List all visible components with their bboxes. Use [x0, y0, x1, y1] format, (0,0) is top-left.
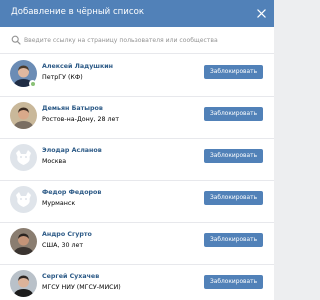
block-button[interactable]: Заблокировать	[204, 191, 263, 205]
user-name-link[interactable]: Демьян Батыров	[42, 105, 103, 112]
user-name-link[interactable]: Федор Федоров	[42, 189, 101, 196]
user-row: Андро Сгурто США, 30 лет Заблокировать	[0, 223, 274, 265]
user-row: Демьян Батыров Ростов-на-Дону, 28 лет Забл…	[0, 97, 274, 139]
block-button[interactable]: Заблокировать	[204, 233, 263, 247]
user-name-link[interactable]: Алексей Ладушкин	[42, 63, 113, 70]
close-icon	[256, 8, 266, 18]
close-button[interactable]	[253, 5, 269, 21]
avatar[interactable]	[10, 228, 37, 255]
dialog-header: Добавление в чёрный список	[0, 0, 274, 27]
dialog-title: Добавление в чёрный список	[11, 7, 145, 17]
block-button[interactable]: Заблокировать	[204, 149, 263, 163]
user-list: Алексей Ладушкин ПетрГУ (КФ) Заблокировать…	[0, 55, 274, 300]
avatar[interactable]	[10, 270, 37, 297]
search-icon	[11, 35, 21, 45]
avatar[interactable]	[10, 102, 37, 129]
avatar[interactable]	[10, 144, 37, 171]
user-info: Москва	[42, 158, 67, 165]
block-button[interactable]: Заблокировать	[204, 275, 263, 289]
user-info: Мурманск	[42, 200, 76, 207]
search-input[interactable]	[24, 34, 264, 47]
avatar[interactable]	[10, 186, 37, 213]
blacklist-dialog: Добавление в чёрный список Алексей Ладуш…	[0, 0, 274, 300]
user-row: Федор Федоров Мурманск Заблокировать	[0, 181, 274, 223]
block-button[interactable]: Заблокировать	[204, 65, 263, 79]
search-bar	[0, 27, 274, 54]
user-info: ПетрГУ (КФ)	[42, 74, 83, 81]
user-info: Ростов-на-Дону, 28 лет	[42, 116, 120, 123]
user-name-link[interactable]: Андро Сгурто	[42, 231, 92, 238]
user-row: Элодар Асланов Москва Заблокировать	[0, 139, 274, 181]
user-info: США, 30 лет	[42, 242, 84, 249]
user-row: Сергей Сухачев МГСУ НИУ (МГСУ-МИСИ) Заблок…	[0, 265, 274, 300]
user-name-link[interactable]: Элодар Асланов	[42, 147, 102, 154]
user-row: Алексей Ладушкин ПетрГУ (КФ) Заблокировать	[0, 55, 274, 97]
user-name-link[interactable]: Сергей Сухачев	[42, 273, 99, 280]
online-indicator	[29, 80, 36, 87]
user-info: МГСУ НИУ (МГСУ-МИСИ)	[42, 284, 121, 291]
block-button[interactable]: Заблокировать	[204, 107, 263, 121]
